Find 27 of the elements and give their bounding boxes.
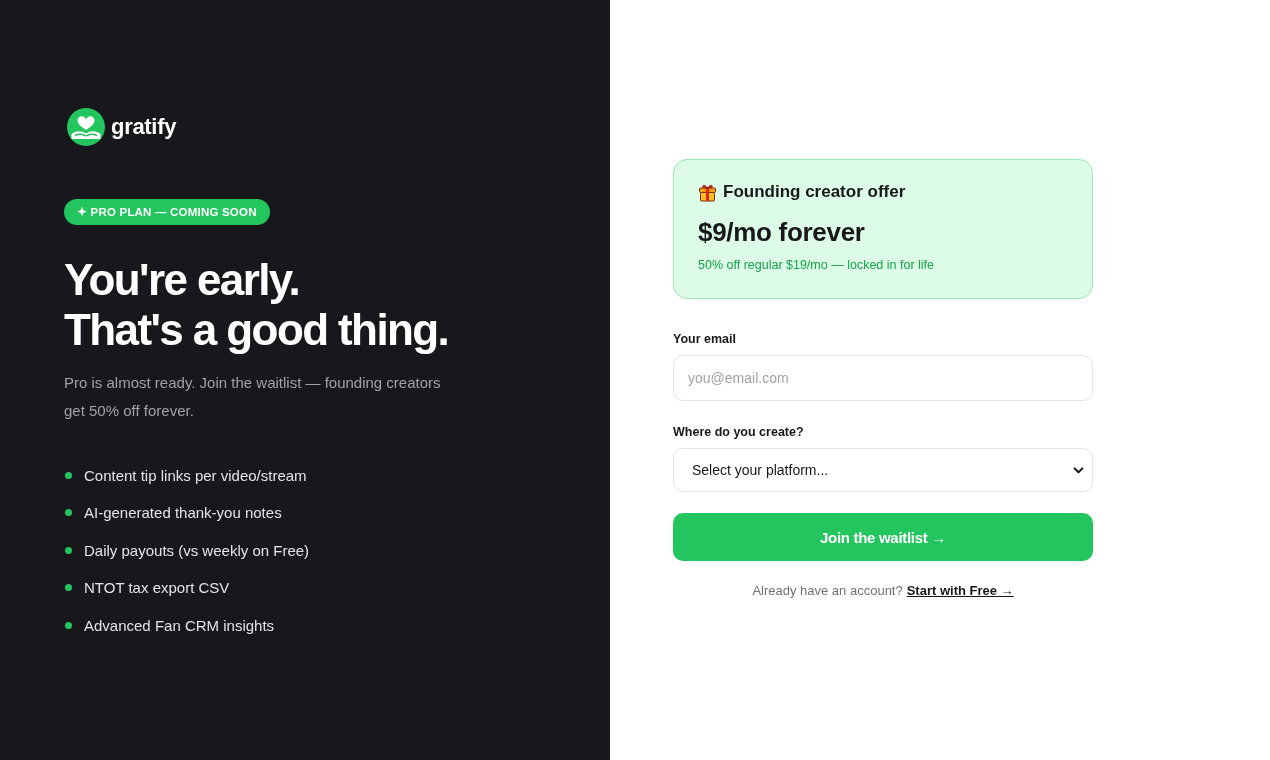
intro-text: Pro is almost ready. Join the waitlist — founding creators get 50% off forever. [64,373,442,421]
offer-note: 50% off regular $19/mo — locked in for life [698,258,935,272]
field-label: Your email [673,332,736,346]
headline-line: You're early. [64,255,301,305]
feature-text: AI-generated thank-you notes [84,504,282,522]
gift-icon [698,182,717,202]
email-field[interactable]: you@email.com [673,355,1093,401]
bullet-dot-icon [65,546,72,554]
chevron-down-icon [1073,466,1084,474]
feature-text: Content tip links per video/stream [84,466,307,484]
bullet-dot-icon [65,509,72,517]
offer-title: Founding creator offer [723,182,906,202]
field-label: Where do you create? [673,425,804,439]
start-free-link[interactable]: Start with Free → [906,583,1014,598]
logo-icon [67,108,105,146]
bullet-dot-icon [65,471,72,479]
platform-select[interactable]: Select your platform... [673,448,1093,492]
headline-line: That's a good thing. [64,305,449,355]
brand-name: gratify [111,114,177,140]
feature-text: NTOT tax export CSV [84,579,230,597]
plan-badge: ✦ PRO PLAN — COMING SOON [64,199,270,225]
feature-text: Daily payouts (vs weekly on Free) [84,541,310,559]
bullet-dot-icon [65,584,72,592]
bullet-dot-icon [65,621,72,629]
feature-text: Advanced Fan CRM insights [84,616,275,634]
account-prompt: Already have an account? [752,583,903,598]
offer-price: $9/mo forever [698,217,866,248]
